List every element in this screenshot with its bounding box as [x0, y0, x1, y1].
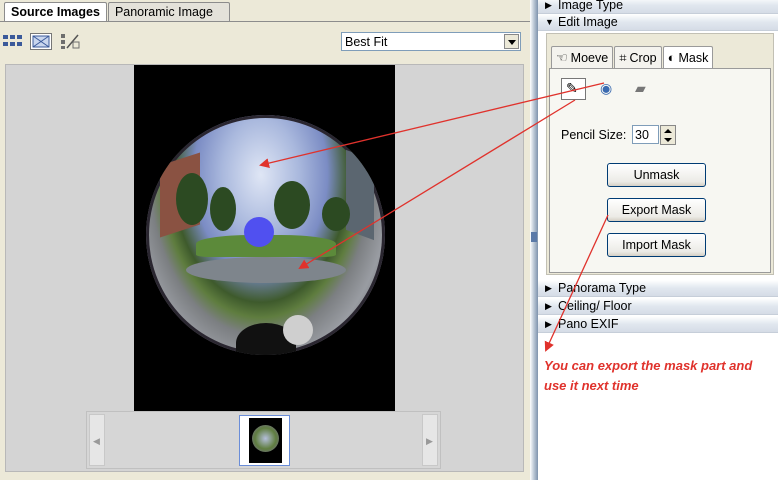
section-label: Panorama Type: [558, 281, 647, 295]
source-photo[interactable]: [134, 65, 395, 411]
section-image-type[interactable]: ▶ Image Type: [538, 0, 778, 14]
list-view-icon[interactable]: [59, 33, 81, 50]
road: [186, 257, 346, 283]
crop-icon: ⌗: [619, 49, 627, 65]
mask-tab-body: ✎ ◉ ▰ Pencil Size: 30 Unmask Export Mask…: [549, 68, 771, 273]
tree: [274, 181, 310, 229]
pencil-tool-button[interactable]: ✎: [561, 78, 586, 100]
chevron-right-icon: ▶: [426, 436, 433, 446]
section-label: Edit Image: [558, 15, 618, 29]
expand-arrow-icon: ▶: [545, 0, 552, 10]
pencil-size-value: 30: [635, 128, 649, 142]
section-ceiling-floor[interactable]: ▶ Ceiling/ Floor: [538, 298, 778, 315]
pencil-size-input[interactable]: 30: [632, 125, 659, 144]
thumbnail-image: [249, 418, 282, 463]
collapse-arrow-icon: ▼: [545, 17, 554, 27]
image-tabs: Source Images Panoramic Image: [4, 2, 231, 22]
unmask-button[interactable]: Unmask: [607, 163, 706, 187]
edit-tabs: ☜ Moeve ⌗ Crop ◐ Mask: [551, 46, 714, 68]
building-right: [346, 149, 374, 241]
section-label: Pano EXIF: [558, 317, 619, 331]
tab-label: Crop: [629, 50, 657, 65]
expand-arrow-icon: ▶: [545, 319, 552, 329]
hand-icon: ☜: [556, 49, 568, 65]
stepper-up-icon[interactable]: [664, 129, 672, 133]
pencil-icon: ✎: [566, 80, 578, 96]
pane-splitter[interactable]: [530, 0, 538, 480]
mask-point-grey[interactable]: [283, 315, 313, 345]
tab-panoramic-image[interactable]: Panoramic Image: [107, 2, 230, 22]
eraser-tool-button[interactable]: ▰: [630, 78, 655, 100]
image-view-icon[interactable]: [30, 33, 52, 50]
annotation-text: You can export the mask part and use it …: [544, 358, 753, 393]
thumbnail-strip: ◀ ▶: [86, 411, 441, 469]
tab-divider: [0, 21, 530, 22]
expand-arrow-icon: ▶: [545, 301, 552, 311]
import-mask-button[interactable]: Import Mask: [607, 233, 706, 257]
section-label: Ceiling/ Floor: [558, 299, 632, 313]
tab-mask[interactable]: ◐ Mask: [662, 46, 714, 68]
section-label: Image Type: [558, 0, 624, 12]
stepper-down-icon[interactable]: [664, 138, 672, 142]
tab-label: Moeve: [570, 50, 609, 65]
mask-icon: ◐: [667, 49, 676, 65]
tab-label: Mask: [678, 50, 709, 65]
tree: [176, 173, 208, 225]
section-panorama-type[interactable]: ▶ Panorama Type: [538, 280, 778, 297]
fisheye-image: [146, 115, 385, 355]
eye-icon: ◉: [600, 80, 613, 96]
thumbnail-prev-button[interactable]: ◀: [89, 414, 105, 466]
grid-view-icon[interactable]: [2, 33, 24, 50]
mask-point-blue[interactable]: [244, 217, 274, 247]
section-pano-exif[interactable]: ▶ Pano EXIF: [538, 316, 778, 333]
source-images-pane: Source Images Panoramic Image Best Fit ◀…: [0, 0, 530, 480]
image-viewer[interactable]: ◀ ▶: [5, 64, 524, 472]
tab-crop[interactable]: ⌗ Crop: [614, 46, 662, 68]
expand-arrow-icon: ▶: [545, 283, 552, 293]
eye-tool-button[interactable]: ◉: [595, 78, 620, 100]
tree: [210, 187, 236, 231]
tab-source-images[interactable]: Source Images: [4, 2, 107, 22]
pencil-size-stepper[interactable]: [660, 125, 676, 145]
chevron-down-icon[interactable]: [504, 34, 519, 49]
export-mask-button[interactable]: Export Mask: [607, 198, 706, 222]
section-edit-image[interactable]: ▼ Edit Image: [538, 14, 778, 31]
splitter-handle[interactable]: [531, 232, 537, 242]
edit-image-panel: ☜ Moeve ⌗ Crop ◐ Mask ✎ ◉ ▰ Pencil Size:…: [546, 33, 774, 275]
zoom-fit-value: Best Fit: [345, 35, 388, 49]
tree: [322, 197, 350, 231]
thumbnail[interactable]: [239, 415, 290, 466]
eraser-icon: ▰: [635, 80, 646, 96]
zoom-fit-select[interactable]: Best Fit: [341, 32, 521, 51]
tab-move[interactable]: ☜ Moeve: [551, 46, 614, 68]
properties-pane: ▶ Image Type ▼ Edit Image ☜ Moeve ⌗ Crop…: [538, 0, 778, 480]
thumbnail-next-button[interactable]: ▶: [422, 414, 438, 466]
pencil-size-label: Pencil Size:: [561, 128, 627, 142]
chevron-left-icon: ◀: [93, 436, 100, 446]
